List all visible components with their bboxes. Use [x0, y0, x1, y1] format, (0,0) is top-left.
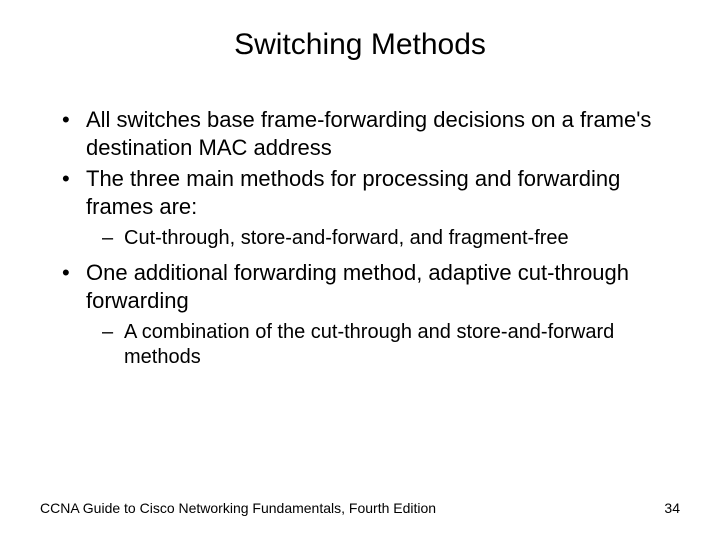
bullet-text: One additional forwarding method, adapti… — [86, 260, 629, 313]
footer-source: CCNA Guide to Cisco Networking Fundament… — [40, 500, 436, 516]
bullet-list: All switches base frame-forwarding decis… — [40, 106, 680, 370]
bullet-text: Cut-through, store-and-forward, and frag… — [124, 227, 569, 249]
bullet-text: The three main methods for processing an… — [86, 166, 620, 219]
list-item: One additional forwarding method, adapti… — [62, 259, 680, 370]
sub-bullet-list: A combination of the cut-through and sto… — [86, 320, 680, 370]
slide-title: Switching Methods — [40, 28, 680, 62]
slide-footer: CCNA Guide to Cisco Networking Fundament… — [40, 500, 680, 516]
list-item: The three main methods for processing an… — [62, 165, 680, 251]
list-item: All switches base frame-forwarding decis… — [62, 106, 680, 161]
list-item: Cut-through, store-and-forward, and frag… — [102, 226, 680, 251]
page-number: 34 — [664, 500, 680, 516]
bullet-text: A combination of the cut-through and sto… — [124, 321, 614, 368]
sub-bullet-list: Cut-through, store-and-forward, and frag… — [86, 226, 680, 251]
list-item: A combination of the cut-through and sto… — [102, 320, 680, 370]
bullet-text: All switches base frame-forwarding decis… — [86, 107, 651, 160]
